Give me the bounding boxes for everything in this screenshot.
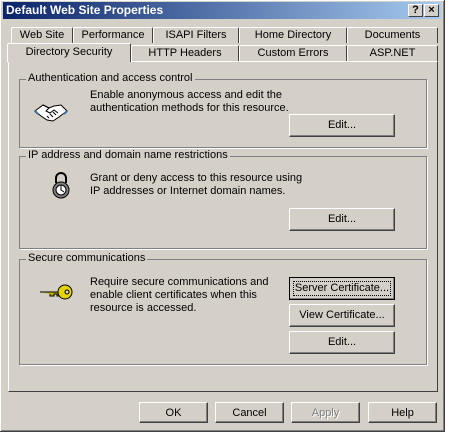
tab-http-headers[interactable]: HTTP Headers	[131, 45, 239, 61]
cancel-button[interactable]: Cancel	[215, 402, 284, 423]
tab-documents[interactable]: Documents	[347, 27, 438, 43]
tab-asp-net[interactable]: ASP.NET	[347, 45, 438, 61]
tab-isapi-filters[interactable]: ISAPI Filters	[153, 27, 239, 43]
secure-text-line1: Require secure communications and	[90, 276, 269, 288]
auth-text-line1: Enable anonymous access and edit the	[90, 89, 283, 101]
auth-group-legend: Authentication and access control	[26, 72, 195, 84]
auth-group: Authentication and access control Enable…	[19, 72, 427, 148]
apply-button[interactable]: Apply	[291, 402, 360, 423]
secure-edit-label: Edit...	[327, 336, 357, 348]
secure-description: Require secure communications and enable…	[90, 276, 269, 315]
server-certificate-label: Server Certificate...	[294, 282, 390, 294]
secure-communications-group: Secure communications Require secure com…	[19, 252, 427, 365]
ip-edit-label: Edit...	[327, 213, 357, 225]
ok-button[interactable]: OK	[139, 402, 208, 423]
apply-label: Apply	[311, 407, 340, 419]
tab-directory-security[interactable]: Directory Security	[7, 43, 131, 62]
tab-performance[interactable]: Performance	[73, 27, 153, 43]
ip-group-legend: IP address and domain name restrictions	[26, 149, 230, 161]
secure-edit-button[interactable]: Edit...	[289, 331, 395, 354]
server-certificate-button[interactable]: Server Certificate...	[289, 277, 395, 300]
window-title: Default Web Site Properties	[6, 3, 164, 17]
ip-restrictions-group: IP address and domain name restrictions …	[19, 149, 427, 249]
title-bar[interactable]: Default Web Site Properties ? ×	[3, 2, 441, 19]
secure-group-legend: Secure communications	[26, 252, 148, 264]
ok-label: OK	[165, 407, 182, 419]
secure-text-line3: resource is accessed.	[90, 302, 197, 314]
auth-text-line2: authentication methods for this resource…	[90, 102, 289, 114]
key-icon	[40, 284, 73, 300]
tab-custom-errors[interactable]: Custom Errors	[239, 45, 347, 61]
ip-text-line1: Grant or deny access to this resource us…	[90, 172, 303, 184]
lock-icon	[52, 172, 70, 199]
help-label: Help	[391, 407, 414, 419]
auth-edit-label: Edit...	[327, 119, 357, 131]
view-certificate-label: View Certificate...	[299, 309, 385, 321]
view-certificate-button[interactable]: View Certificate...	[289, 304, 395, 327]
tab-web-site[interactable]: Web Site	[11, 27, 73, 43]
directory-security-panel: Authentication and access control Enable…	[8, 61, 438, 392]
cancel-label: Cancel	[232, 407, 267, 419]
help-button[interactable]: Help	[368, 402, 437, 423]
auth-edit-button[interactable]: Edit...	[289, 114, 395, 137]
secure-text-line2: enable client certificates when this	[90, 289, 257, 301]
ip-text-line2: IP addresses or Internet domain names.	[90, 185, 286, 197]
handshake-icon	[34, 104, 68, 122]
ip-edit-button[interactable]: Edit...	[289, 208, 395, 231]
ip-description: Grant or deny access to this resource us…	[90, 172, 302, 198]
properties-dialog: Default Web Site Properties ? × Web Site…	[0, 0, 445, 432]
close-title-button[interactable]: ×	[424, 4, 439, 17]
tab-home-directory[interactable]: Home Directory	[239, 27, 347, 43]
auth-description: Enable anonymous access and edit the aut…	[90, 89, 289, 115]
help-title-button[interactable]: ?	[408, 4, 423, 17]
